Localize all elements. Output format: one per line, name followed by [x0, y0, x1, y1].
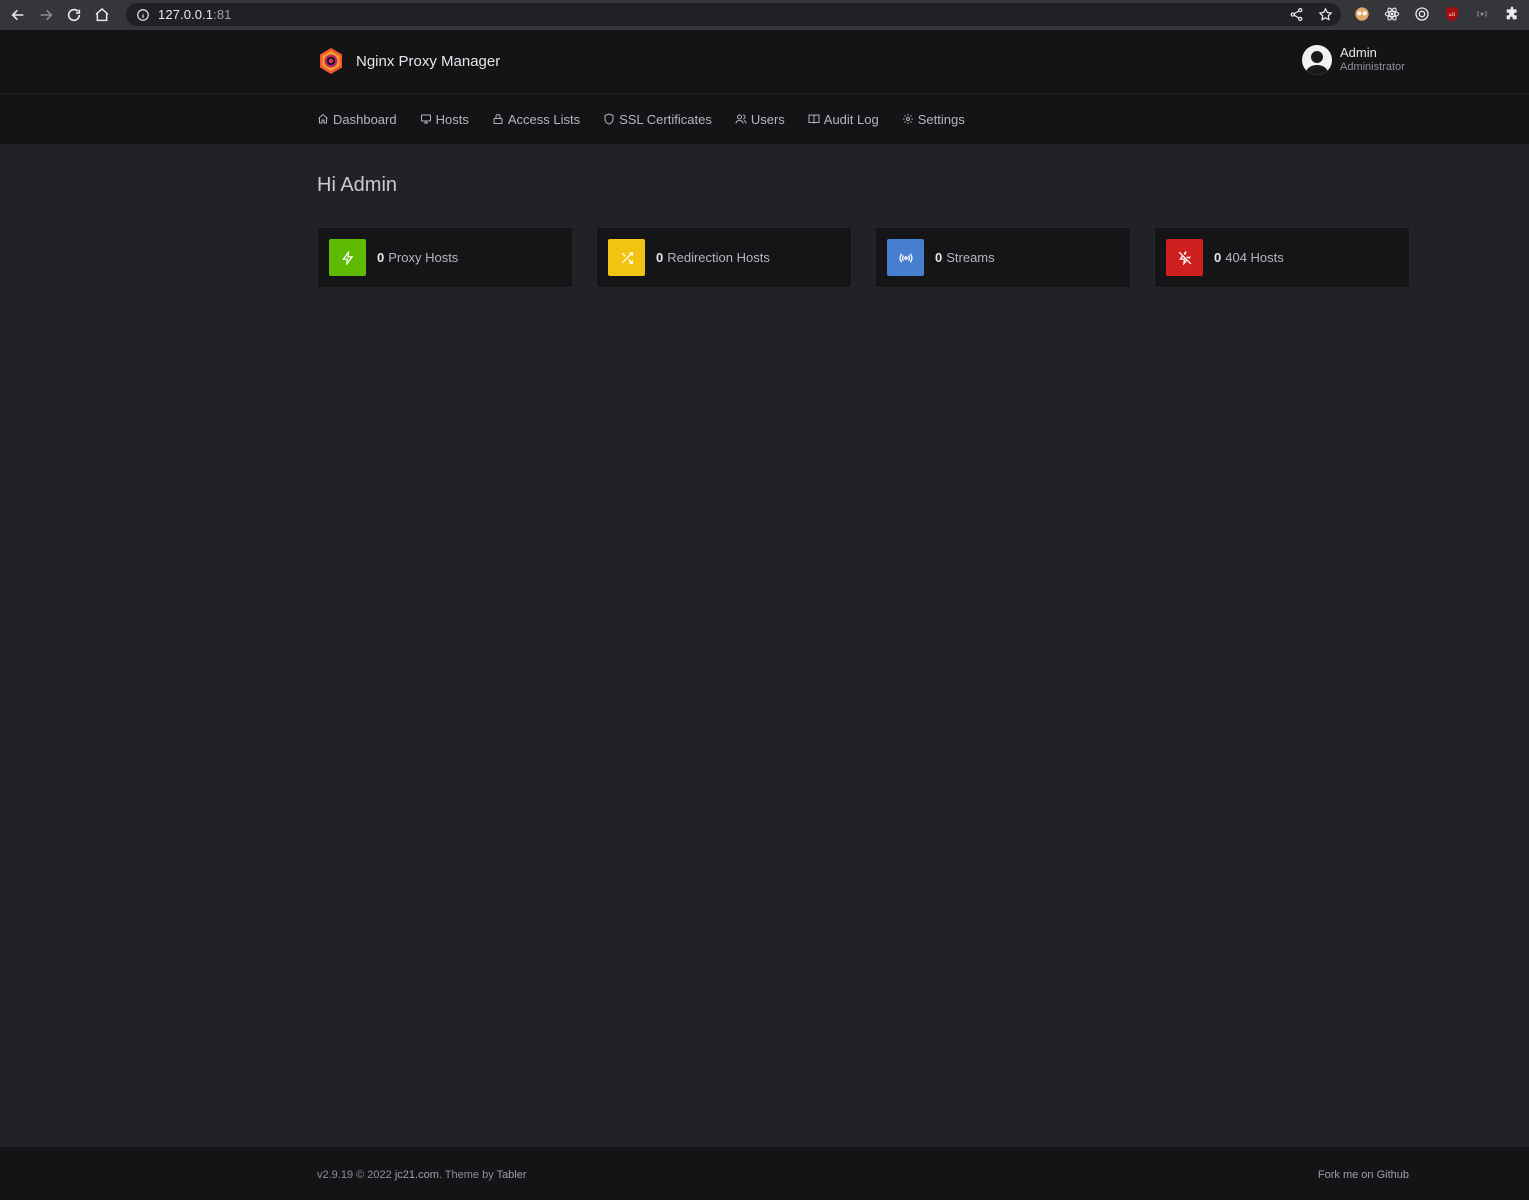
book-icon [808, 114, 820, 124]
home-button[interactable] [92, 5, 112, 25]
brand-link[interactable]: Nginx Proxy Manager [317, 47, 500, 75]
nav-item-ssl-certificates[interactable]: SSL Certificates [603, 112, 712, 127]
extension-broadcast-icon[interactable] [1473, 5, 1491, 23]
nav-item-dashboard[interactable]: Dashboard [317, 112, 397, 127]
redirection-hosts-badge [608, 239, 645, 276]
lock-icon [493, 114, 503, 124]
app-name: Nginx Proxy Manager [356, 52, 501, 70]
user-menu[interactable]: Admin Administrator [1302, 45, 1405, 75]
404-hosts-label: 0 404 Hosts [1214, 250, 1284, 265]
nav-item-label: Audit Log [823, 111, 879, 127]
extension-ublock-icon[interactable]: uO [1443, 5, 1461, 23]
monitor-icon [420, 114, 431, 124]
nav-item-label: Hosts [435, 111, 469, 127]
nav-item-users[interactable]: Users [735, 112, 785, 127]
nav-item-label: Access Lists [507, 111, 581, 127]
zap-icon [341, 250, 353, 265]
users-icon [735, 114, 747, 124]
extensions-puzzle-icon[interactable] [1503, 5, 1521, 23]
theme-link[interactable]: Tabler [497, 1169, 527, 1181]
reload-button[interactable] [64, 5, 84, 25]
nav-item-access-lists[interactable]: Access Lists [492, 112, 580, 127]
nav-item-audit-log[interactable]: Audit Log [808, 112, 879, 127]
github-link[interactable]: Fork me on Github [1318, 1169, 1409, 1181]
home-icon [318, 113, 328, 124]
proxy-hosts-badge [329, 239, 366, 276]
company-link[interactable]: jc21.com [395, 1169, 439, 1181]
arrow-right-icon [40, 9, 53, 21]
svg-text:uO: uO [1449, 12, 1456, 18]
streams-badge [887, 239, 924, 276]
nav-item-label: Settings [917, 111, 965, 127]
extension-react-icon[interactable] [1383, 5, 1401, 23]
gear-icon [902, 114, 913, 124]
extension-glasses-icon[interactable] [1353, 5, 1371, 23]
404-hosts-badge [1166, 239, 1203, 276]
address-bar[interactable]: 127.0.0.1:81 [126, 3, 1341, 26]
streams-card[interactable]: 0 Streams [875, 227, 1131, 288]
stats-cards: 0 Proxy Hosts 0 Redirection Hosts 0 Streams… [317, 227, 1410, 288]
radio-icon [899, 252, 912, 263]
proxy-hosts-card[interactable]: 0 Proxy Hosts [317, 227, 573, 288]
shield-icon [604, 113, 614, 125]
zap-off-icon [1178, 250, 1191, 265]
main-nav: Dashboard Hosts Access Lists SSL Certifi… [0, 94, 1529, 144]
proxy-hosts-label: 0 Proxy Hosts [377, 250, 459, 265]
reload-icon [67, 8, 81, 22]
redirection-hosts-label: 0 Redirection Hosts [656, 250, 770, 265]
avatar [1302, 45, 1332, 75]
app-header: Nginx Proxy Manager Admin Administrator [0, 30, 1529, 94]
extension-target-icon[interactable] [1413, 5, 1431, 23]
user-avatar-icon [1305, 51, 1329, 75]
arrow-left-icon [11, 9, 24, 21]
nav-item-label: Dashboard [333, 111, 397, 127]
page-title: Hi Admin [317, 174, 398, 196]
theme-text: . Theme by [438, 1169, 494, 1181]
user-role: Administrator [1340, 61, 1405, 74]
forward-button[interactable] [36, 5, 56, 25]
nav-item-settings[interactable]: Settings [902, 112, 965, 127]
url-text: 127.0.0.1:81 [158, 7, 232, 22]
nav-item-hosts[interactable]: Hosts [420, 112, 469, 127]
streams-label: 0 Streams [935, 250, 995, 265]
footer: v2.9.19 © 2022 jc21.com. Theme by Tabler… [0, 1147, 1529, 1200]
nav-item-label: SSL Certificates [619, 111, 712, 127]
redirection-hosts-card[interactable]: 0 Redirection Hosts [596, 227, 852, 288]
shuffle-icon [621, 251, 633, 264]
browser-toolbar: 127.0.0.1:81 uO [0, 0, 1529, 30]
footer-copyright: v2.9.19 © 2022 jc21.com. Theme by Tabler [317, 1169, 527, 1181]
home-icon [95, 8, 109, 22]
star-icon[interactable] [1318, 7, 1333, 22]
back-button[interactable] [8, 5, 28, 25]
404-hosts-card[interactable]: 0 404 Hosts [1154, 227, 1410, 288]
nav-item-label: Users [750, 111, 785, 127]
version-text: v2.9.19 © 2022 [317, 1169, 392, 1181]
user-name: Admin [1340, 45, 1377, 61]
info-icon[interactable] [136, 8, 150, 22]
nginx-proxy-manager-logo-icon [320, 48, 342, 74]
share-icon[interactable] [1289, 7, 1304, 22]
